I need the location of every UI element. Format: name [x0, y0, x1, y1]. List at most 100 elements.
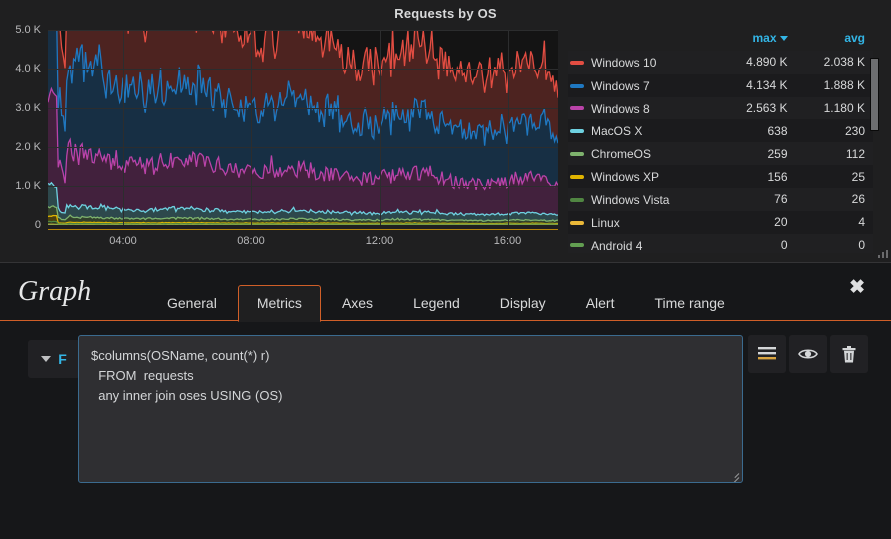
sort-desc-caret-icon	[779, 36, 788, 42]
chevron-down-icon	[41, 356, 52, 362]
legend-series-name[interactable]: Android 4	[568, 234, 718, 253]
series-color-swatch[interactable]	[570, 60, 584, 65]
toggle-visibility-button[interactable]	[789, 335, 827, 373]
tab-metrics[interactable]: Metrics	[237, 285, 321, 322]
grid-line	[48, 30, 558, 31]
query-row: F	[0, 321, 891, 539]
tab-legend[interactable]: Legend	[394, 285, 479, 321]
legend-row[interactable]: Windows 8 2.563 K 1.180 K	[568, 96, 873, 120]
legend-row[interactable]: Windows Vista 76 26	[568, 187, 873, 211]
grid-line	[48, 186, 558, 187]
x-axis: 04:00 08:00 12:00 16:00	[48, 229, 558, 253]
series-color-swatch[interactable]	[570, 174, 584, 179]
legend-scrollbar-thumb[interactable]	[870, 58, 879, 131]
tab-time-range[interactable]: Time range	[635, 285, 743, 321]
grid-line-vertical	[122, 30, 124, 225]
grid-line	[48, 147, 558, 148]
legend-max-value: 76	[774, 192, 788, 207]
x-axis-tick: 08:00	[237, 235, 265, 247]
series-label: Windows Vista	[591, 192, 670, 207]
y-axis-tick: 4.0 K	[15, 63, 41, 75]
legend-row[interactable]: Windows 7 4.134 K 1.888 K	[568, 73, 873, 97]
tab-general[interactable]: General	[148, 285, 236, 321]
series-label: Windows XP	[591, 169, 660, 184]
legend-series-name[interactable]: Windows 8	[568, 97, 718, 120]
series-color-swatch[interactable]	[570, 197, 584, 202]
query-actions	[748, 335, 868, 373]
legend-avg-value: 4	[858, 215, 865, 230]
legend-series-name[interactable]: Windows Vista	[568, 188, 718, 211]
legend-series-name[interactable]: ChromeOS	[568, 142, 718, 165]
legend-series-name[interactable]: Windows XP	[568, 165, 718, 188]
legend-header-max-label: max	[752, 31, 777, 45]
y-axis: 0 1.0 K 2.0 K 3.0 K 4.0 K 5.0 K	[0, 24, 46, 231]
legend-max-value: 4.890 K	[746, 55, 788, 70]
series-label: Windows 10	[591, 55, 657, 70]
series-color-swatch[interactable]	[570, 243, 584, 248]
legend-header-avg-label: avg	[844, 31, 865, 45]
chart-svg	[48, 30, 558, 225]
series-label: Android 4	[591, 238, 643, 253]
plot-region: 0 1.0 K 2.0 K 3.0 K 4.0 K 5.0 K 04:00 08:00 12:…	[0, 24, 565, 256]
legend-max-value: 4.134 K	[746, 78, 788, 93]
y-axis-tick: 1.0 K	[15, 180, 41, 192]
eye-icon	[798, 349, 818, 359]
legend-max-value: 2.563 K	[746, 101, 788, 116]
legend-row[interactable]: Linux 20 4	[568, 210, 873, 234]
y-axis-tick: 2.0 K	[15, 141, 41, 153]
legend-row[interactable]: Windows XP 156 25	[568, 165, 873, 188]
close-editor-button[interactable]: ✖	[849, 276, 865, 299]
grid-line-vertical	[507, 30, 509, 225]
grid-line-vertical	[250, 30, 252, 225]
tab-alert[interactable]: Alert	[567, 285, 634, 321]
series-label: Windows 8	[591, 101, 650, 116]
grid-line	[48, 108, 558, 109]
legend-avg-value: 25	[851, 169, 865, 184]
legend-series-name[interactable]: MacOS X	[568, 119, 718, 142]
legend[interactable]: max avg Windows 10 4.890 K 2.038 K Windows …	[568, 28, 873, 253]
editor-tabbar: Graph General Metrics Axes Legend Display Ale…	[0, 264, 891, 322]
series-color-swatch[interactable]	[570, 152, 584, 157]
legend-header-row: max avg	[568, 28, 873, 51]
panel-title: Requests by OS	[394, 6, 497, 21]
tab-axes[interactable]: Axes	[323, 285, 392, 321]
panel-resize-grip[interactable]	[876, 248, 888, 258]
series-color-swatch[interactable]	[570, 106, 584, 111]
legend-row[interactable]: Android 4 0 0	[568, 233, 873, 253]
x-axis-tick: 16:00	[493, 235, 522, 247]
series-color-swatch[interactable]	[570, 83, 584, 88]
legend-avg-value: 1.888 K	[823, 78, 865, 93]
legend-series-name[interactable]: Linux	[568, 211, 718, 234]
x-axis-line	[48, 229, 558, 230]
query-ref-letter: F	[58, 351, 67, 367]
query-editor-container[interactable]	[78, 335, 743, 483]
trash-icon	[842, 345, 856, 362]
plot-area[interactable]	[48, 30, 558, 225]
legend-max-value: 638	[767, 123, 788, 138]
legend-header-max[interactable]: max	[718, 28, 796, 51]
series-label: Windows 7	[591, 78, 650, 93]
legend-row[interactable]: MacOS X 638 230	[568, 119, 873, 143]
series-color-swatch[interactable]	[570, 129, 584, 134]
query-input[interactable]	[79, 336, 742, 482]
legend-scrollbar-track[interactable]	[870, 28, 885, 253]
y-axis-tick: 0	[34, 219, 41, 231]
legend-avg-value: 2.038 K	[823, 55, 865, 70]
legend-avg-value: 0	[858, 238, 865, 253]
legend-avg-value: 230	[844, 123, 865, 138]
hamburger-icon	[758, 347, 776, 360]
query-menu-button[interactable]	[748, 335, 786, 373]
grid-line	[48, 69, 558, 70]
legend-series-name[interactable]: Windows 10	[568, 51, 718, 74]
series-label: MacOS X	[591, 124, 643, 139]
series-label: ChromeOS	[591, 147, 652, 162]
legend-header-avg[interactable]: avg	[796, 28, 874, 51]
y-axis-tick: 5.0 K	[15, 24, 41, 36]
query-ref-toggle[interactable]: F	[28, 340, 80, 378]
legend-series-name[interactable]: Windows 7	[568, 74, 718, 97]
legend-row[interactable]: ChromeOS 259 112	[568, 142, 873, 166]
legend-row[interactable]: Windows 10 4.890 K 2.038 K	[568, 51, 873, 74]
tab-display[interactable]: Display	[481, 285, 565, 321]
delete-query-button[interactable]	[830, 335, 868, 373]
series-color-swatch[interactable]	[570, 220, 584, 225]
